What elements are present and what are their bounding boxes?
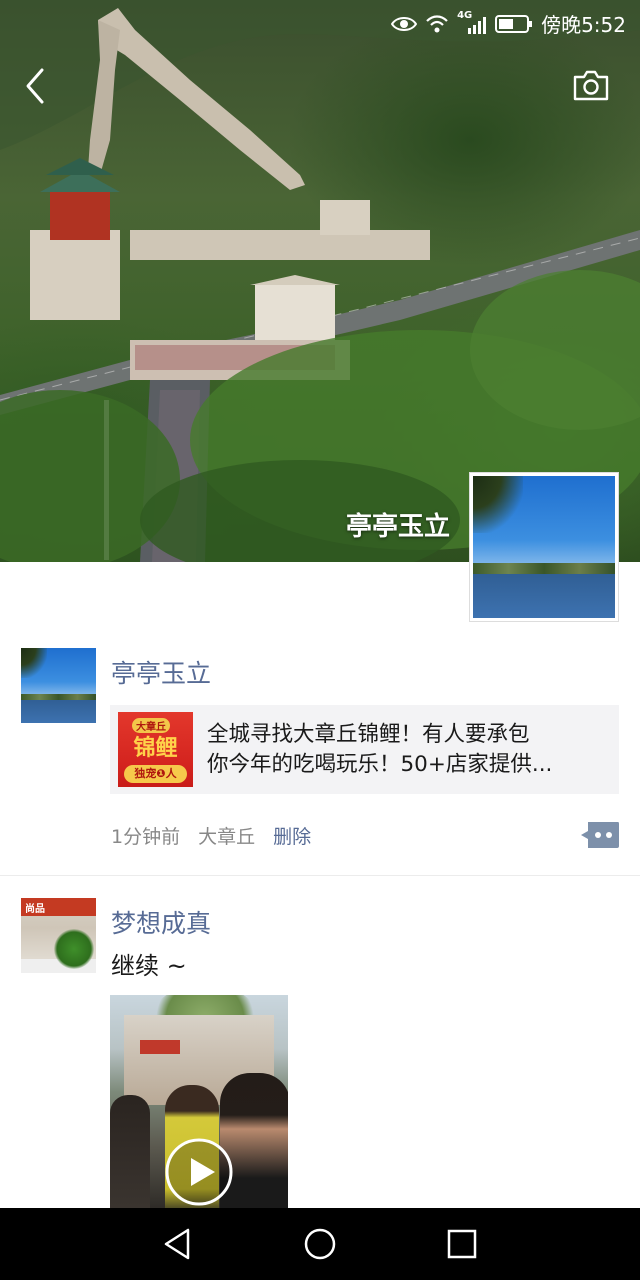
post-avatar[interactable] (21, 648, 96, 723)
avatar-sign-text: 尚品 (25, 904, 45, 915)
post-time: 1分钟前 (111, 826, 181, 848)
status-time: 傍晚5:52 (541, 13, 626, 37)
link-thumbnail: 大章丘 锦鲤 独宠❶人 (118, 712, 193, 787)
feed-post: 尚品 梦想成真 继续 ~ (0, 898, 640, 1218)
system-nav-bar (0, 1208, 640, 1280)
home-circle-icon[interactable] (302, 1226, 338, 1262)
post-location[interactable]: 大章丘 (198, 822, 255, 849)
video-thumbnail[interactable] (110, 995, 288, 1210)
back-triangle-icon[interactable] (160, 1226, 196, 1262)
camera-icon[interactable] (572, 68, 610, 102)
thumb-main-text: 锦鲤 (133, 736, 178, 761)
avatar-image (473, 476, 615, 618)
post-meta: 1分钟前 大章丘 删除 (111, 822, 311, 849)
wifi-icon (426, 14, 448, 32)
profile-avatar[interactable] (469, 472, 619, 622)
eye-icon (391, 16, 418, 31)
feed-post: 亭亭玉立 大章丘 锦鲤 独宠❶人 全城寻找大章丘锦鲤！有人要承包 你今年的吃喝玩… (0, 648, 640, 876)
delete-button[interactable]: 删除 (273, 822, 311, 849)
thumb-bottom-text: 独宠❶人 (124, 765, 187, 783)
post-author-name[interactable]: 梦想成真 (111, 904, 211, 940)
link-title-line2: 你今年的吃喝玩乐！50+店家提供... (207, 751, 553, 777)
battery-icon (495, 14, 533, 33)
post-author-name[interactable]: 亭亭玉立 (111, 654, 211, 690)
play-icon[interactable] (164, 1137, 234, 1207)
post-avatar[interactable]: 尚品 (21, 898, 96, 973)
signal-icon: 4G (457, 10, 487, 35)
comment-dots-icon[interactable] (580, 821, 620, 849)
recent-square-icon[interactable] (444, 1226, 480, 1262)
post-text: 继续 ~ (111, 952, 187, 980)
chevron-left-icon[interactable] (18, 66, 54, 106)
link-title-line1: 全城寻找大章丘锦鲤！有人要承包 (207, 721, 530, 747)
link-title: 全城寻找大章丘锦鲤！有人要承包 你今年的吃喝玩乐！50+店家提供... (207, 720, 599, 780)
status-bar: 4G 傍晚5:52 (0, 0, 640, 44)
shared-link-card[interactable]: 大章丘 锦鲤 独宠❶人 全城寻找大章丘锦鲤！有人要承包 你今年的吃喝玩乐！50+… (110, 705, 619, 794)
cover-username: 亭亭玉立 (345, 512, 450, 542)
